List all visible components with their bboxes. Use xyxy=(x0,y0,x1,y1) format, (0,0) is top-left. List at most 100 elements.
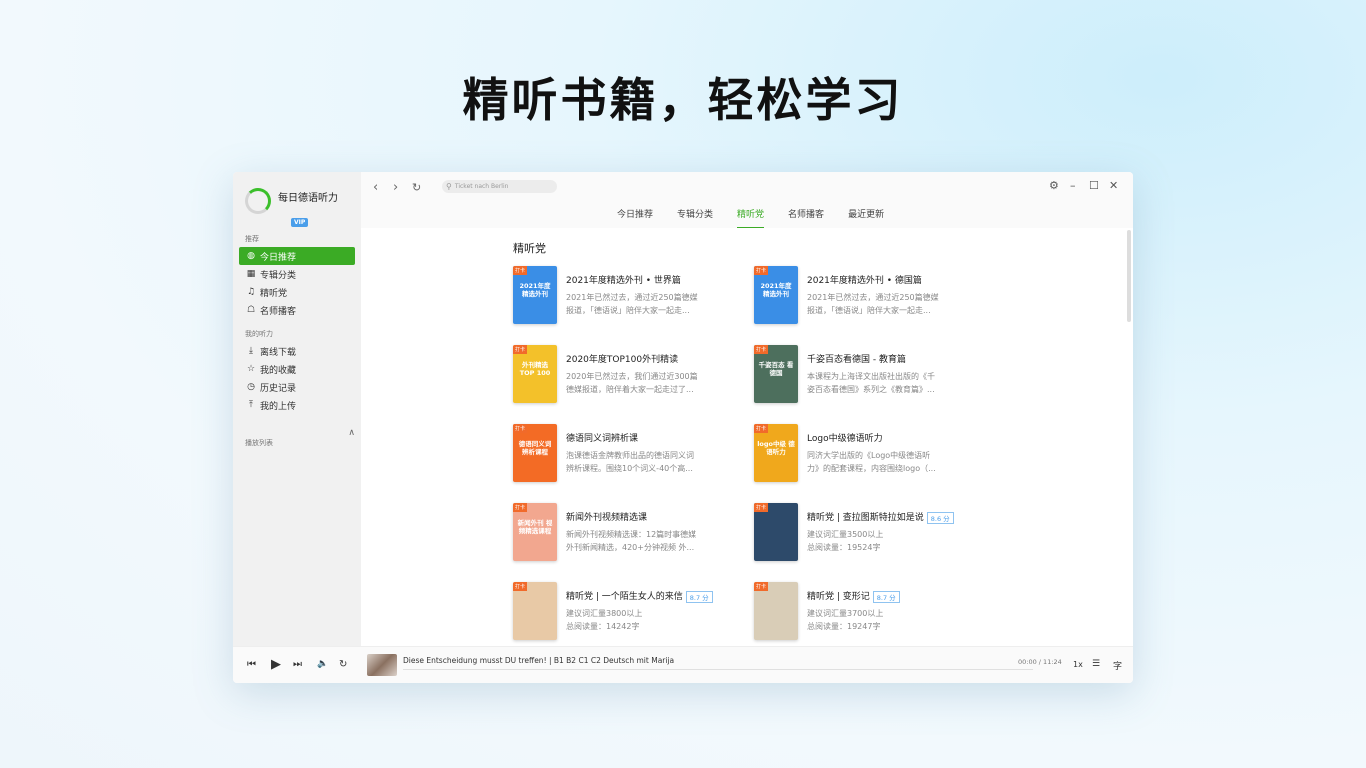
course-title[interactable]: 千姿百态看德国 - 教育篇 xyxy=(807,352,906,365)
course-cover[interactable]: 打卡 2021年度 精选外刊 xyxy=(754,266,798,324)
scrollbar[interactable] xyxy=(1127,230,1131,322)
course-card[interactable]: 打卡 2021年度 精选外刊 2021年度精选外刊 • 世界篇 2021年已然过去，通… xyxy=(513,266,733,326)
search-input[interactable]: ⚲ Ticket nach Berlin xyxy=(442,180,557,193)
recommend-nav: ◍ 今日推荐 ▦ 专辑分类 ♫ 精听党 ☖ 名师播客 xyxy=(239,247,355,319)
sidebar-item-podcasts[interactable]: ☖ 名师播客 xyxy=(239,301,355,319)
course-cover[interactable]: 打卡 xyxy=(754,503,798,561)
sidebar-item-history[interactable]: ◷ 历史记录 xyxy=(239,378,355,396)
course-cover[interactable]: 打卡 xyxy=(754,582,798,640)
description-line: 总阅读量：19524字 xyxy=(807,543,881,552)
course-title[interactable]: 2020年度TOP100外刊精读 xyxy=(566,352,678,365)
main-content: 精听党 打卡 2021年度 精选外刊 2021年度精选外刊 • 世界篇 2021年已然… xyxy=(361,228,1133,646)
course-cover[interactable]: 打卡 外刊精选 TOP 100 xyxy=(513,345,557,403)
course-title[interactable]: 德语同义词辨析课 xyxy=(566,431,638,444)
play-icon[interactable]: ▶ xyxy=(271,657,281,672)
course-title-text: 2020年度TOP100外刊精读 xyxy=(566,355,679,365)
playlist-icon[interactable]: ☰ xyxy=(1092,659,1100,669)
cover-tag: 打卡 xyxy=(754,503,769,512)
section-title: 精听党 xyxy=(513,242,546,255)
course-card[interactable]: 打卡 精听党 | 变形记 8.7 分建议词汇量3700以上 总阅读量：19247字 xyxy=(754,582,974,642)
course-title[interactable]: 精听党 | 一个陌生女人的来信 8.7 分 xyxy=(566,589,713,603)
search-placeholder: Ticket nach Berlin xyxy=(454,183,509,190)
course-title[interactable]: 2021年度精选外刊 • 德国篇 xyxy=(807,273,922,286)
loop-icon[interactable]: ↻ xyxy=(339,659,347,670)
tab-recent[interactable]: 最近更新 xyxy=(848,207,884,227)
cover-tag: 打卡 xyxy=(754,582,769,591)
star-icon: ☆ xyxy=(246,364,256,374)
progress-bar[interactable] xyxy=(403,669,1033,670)
subtitle-button[interactable]: 字 xyxy=(1113,659,1122,672)
course-description: 新闻外刊视频精选课：12篇时事德媒 外刊新闻精选，420+分钟视频 外... xyxy=(566,528,731,554)
course-title-text: 2021年度精选外刊 • 世界篇 xyxy=(566,276,681,286)
course-title-text: 精听党 | 一个陌生女人的来信 xyxy=(566,592,683,602)
description-line: 2020年已然过去，我们通过近300篇 xyxy=(566,372,698,381)
course-card[interactable]: 打卡精听党 | 一个陌生女人的来信 8.7 分建议词汇量3800以上 总阅读量：14… xyxy=(513,582,733,642)
cover-tag: 打卡 xyxy=(513,582,528,591)
course-title[interactable]: 精听党 | 查拉图斯特拉如是说 8.6 分 xyxy=(807,510,954,524)
grid-icon: ▦ xyxy=(246,269,256,279)
forward-icon[interactable]: › xyxy=(393,180,398,195)
hero-title: 精听书籍，轻松学习 xyxy=(462,73,904,127)
tab-intensive[interactable]: 精听党 xyxy=(737,207,765,229)
course-cover[interactable]: 打卡 2021年度 精选外刊 xyxy=(513,266,557,324)
next-icon[interactable]: ⏭ xyxy=(293,659,302,670)
back-icon[interactable]: ‹ xyxy=(373,180,378,195)
sidebar-item-albums[interactable]: ▦ 专辑分类 xyxy=(239,265,355,283)
course-cover[interactable]: 打卡 logo中级 德语听力 xyxy=(754,424,798,482)
course-card[interactable]: 打卡 新闻外刊 视频精选课程 新闻外刊视频精选课新闻外刊视频精选课：12篇时事德媒外… xyxy=(513,503,733,563)
sidebar-item-label: 历史记录 xyxy=(260,383,297,394)
maximize-icon[interactable]: ☐ xyxy=(1089,179,1099,192)
cover-text: 千姿百态 看德国 xyxy=(758,361,794,377)
course-title-text: 2021年度精选外刊 • 德国篇 xyxy=(807,276,922,286)
course-card[interactable]: 打卡 外刊精选 TOP 100 2020年度TOP100外刊精读 2020年已然过去，… xyxy=(513,345,733,405)
close-icon[interactable]: ✕ xyxy=(1109,179,1118,192)
course-title-text: 精听党 | 查拉图斯特拉如是说 xyxy=(807,513,924,523)
previous-icon[interactable]: ⏮ xyxy=(247,659,256,670)
minimize-icon[interactable]: – xyxy=(1070,179,1076,192)
tab-podcasts[interactable]: 名师播客 xyxy=(788,207,824,227)
course-description: 2020年已然过去，我们通过近300篇 德媒报道，陪伴着大家一起走过了... xyxy=(566,370,731,396)
volume-icon[interactable]: 🔈 xyxy=(317,659,328,669)
tab-today[interactable]: 今日推荐 xyxy=(617,207,653,227)
app-logo-icon xyxy=(245,188,271,214)
course-description: 同济大学出版的《Logo中级德语听 力》的配套课程，内容围绕logo（... xyxy=(807,449,972,475)
course-description: 泡课德语金牌教师出品的德语同义词 辨析课程。围绕10个词义-40个高... xyxy=(566,449,731,475)
course-title[interactable]: 2021年度精选外刊 • 世界篇 xyxy=(566,273,681,286)
sidebar-item-downloads[interactable]: ⤓ 离线下载 xyxy=(239,342,355,360)
course-title[interactable]: Logo中级德语听力 xyxy=(807,431,883,444)
track-thumbnail[interactable] xyxy=(367,654,397,676)
tab-albums[interactable]: 专辑分类 xyxy=(677,207,713,227)
download-icon: ⤓ xyxy=(249,346,253,356)
description-line: 建议词汇量3700以上 xyxy=(807,609,884,618)
sidebar-item-uploads[interactable]: ⤒ 我的上传 xyxy=(239,396,355,414)
description-line: 力》的配套课程，内容围绕logo（... xyxy=(807,464,936,473)
speed-button[interactable]: 1x xyxy=(1073,660,1083,669)
track-title: Diese Entscheidung musst DU treffen! | B… xyxy=(403,656,675,665)
course-description: 建议词汇量3800以上 总阅读量：14242字 xyxy=(566,607,731,633)
chevron-up-icon[interactable]: ∧ xyxy=(348,428,355,438)
course-card[interactable]: 打卡 精听党 | 查拉图斯特拉如是说 8.6 分建议词汇量3500以上 总阅读量：19… xyxy=(754,503,974,563)
course-cover[interactable]: 打卡 德语同义词 辨析课程 xyxy=(513,424,557,482)
sidebar: 每日德语听力 VIP 推荐 ◍ 今日推荐 ▦ 专辑分类 ♫ 精听党 ☖ 名师播客… xyxy=(233,172,361,646)
course-cover[interactable]: 打卡 xyxy=(513,582,557,640)
course-cover[interactable]: 打卡 新闻外刊 视频精选课程 xyxy=(513,503,557,561)
course-title[interactable]: 新闻外刊视频精选课 xyxy=(566,510,647,523)
description-line: 报道，「德语说」陪伴大家一起走... xyxy=(566,306,690,315)
course-title-text: 德语同义词辨析课 xyxy=(566,434,639,444)
course-cover[interactable]: 打卡 千姿百态 看德国 xyxy=(754,345,798,403)
cover-text: logo中级 德语听力 xyxy=(757,440,795,456)
sidebar-item-favorites[interactable]: ☆ 我的收藏 xyxy=(239,360,355,378)
sidebar-item-intensive[interactable]: ♫ 精听党 xyxy=(239,283,355,301)
vip-badge[interactable]: VIP xyxy=(291,218,309,227)
rating-badge: 8.6 分 xyxy=(926,511,954,524)
refresh-icon[interactable]: ↻ xyxy=(412,181,421,194)
course-card[interactable]: 打卡 千姿百态 看德国 千姿百态看德国 - 教育篇 本课程为上海译文出版社出版的《千姿… xyxy=(754,345,974,405)
course-card[interactable]: 打卡 2021年度 精选外刊 2021年度精选外刊 • 德国篇 2021年已然过去，通… xyxy=(754,266,974,326)
settings-icon[interactable]: ⚙ xyxy=(1049,179,1059,192)
course-title[interactable]: 精听党 | 变形记 8.7 分 xyxy=(807,589,900,603)
course-card[interactable]: 打卡 logo中级 德语听力 Logo中级德语听力同济大学出版的《Logo中级德语听… xyxy=(754,424,974,484)
cover-tag: 打卡 xyxy=(754,424,769,433)
course-card[interactable]: 打卡 德语同义词 辨析课程 德语同义词辨析课泡课德语金牌教师出品的德语同义词 辨析课程… xyxy=(513,424,733,484)
sidebar-item-label: 今日推荐 xyxy=(260,252,297,263)
sidebar-item-today[interactable]: ◍ 今日推荐 xyxy=(239,247,355,265)
